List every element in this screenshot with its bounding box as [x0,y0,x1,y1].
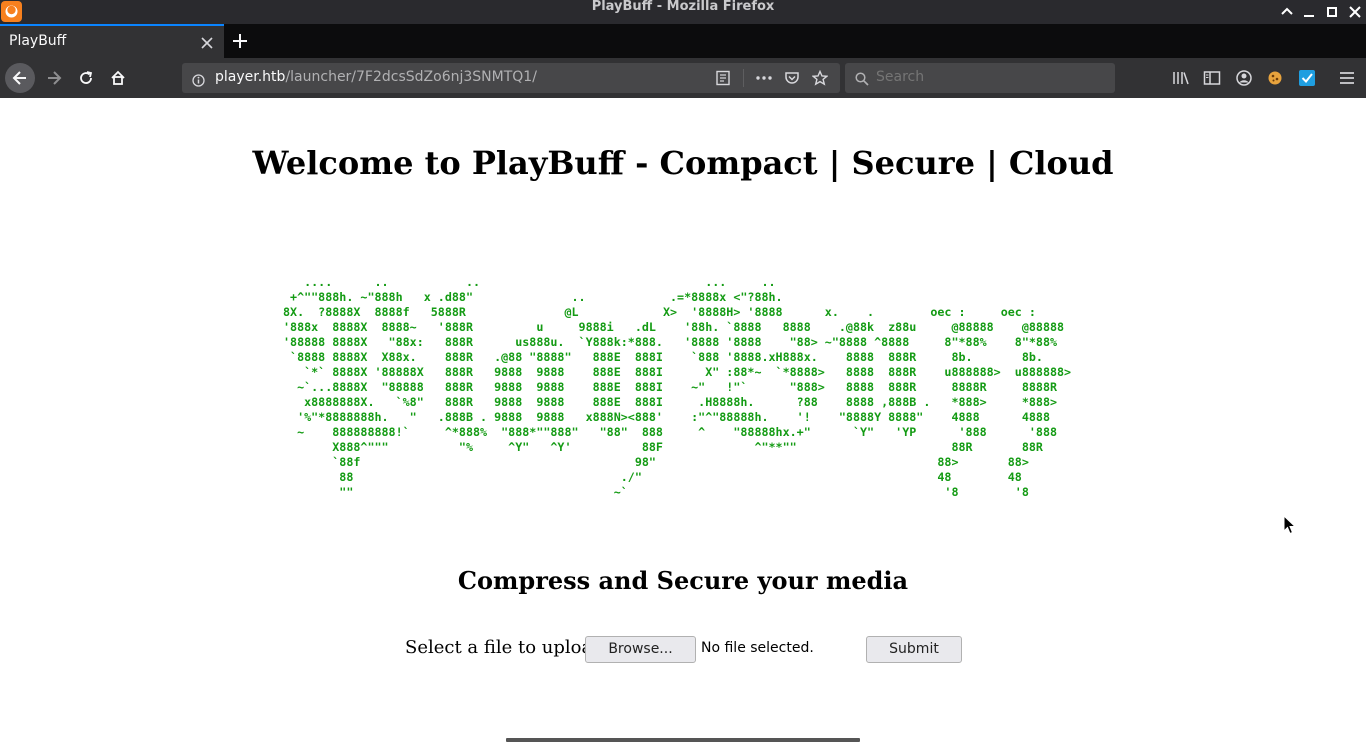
address-bar[interactable]: player.htb/launcher/7F2dcsSdZo6nj3SNMTQ1… [182,63,840,93]
upload-section-title: Compress and Secure your media [457,566,909,595]
minimize-icon[interactable] [1279,4,1295,20]
page-actions-icon[interactable] [755,70,773,90]
url-path: /launcher/7F2dcsSdZo6nj3SNMTQ1/ [285,69,537,85]
tab-label: PlayBuff [9,33,67,49]
search-input[interactable] [876,69,1096,85]
mouse-cursor-icon [1283,514,1297,539]
menu-icon[interactable] [1338,69,1356,87]
submit-button[interactable]: Submit [866,636,962,663]
page-content: Welcome to PlayBuff - Compact | Secure |… [0,98,1366,742]
search-bar[interactable] [845,63,1115,93]
new-tab-icon[interactable] [231,32,249,50]
pocket-icon[interactable] [784,70,800,90]
library-icon[interactable] [1172,69,1190,87]
horizontal-scrollbar[interactable] [506,738,860,742]
upload-label: Select a file to upload [405,637,604,658]
search-icon [855,71,869,90]
ascii-art-logo: .... .. .. ... .. +^""888h. ~"888h x .d8… [283,275,1072,499]
url-divider [743,69,744,87]
tab-playbuff[interactable]: PlayBuff [0,24,224,58]
reader-view-icon[interactable] [715,70,731,90]
back-icon[interactable] [5,63,35,93]
file-status: No file selected. [701,640,814,656]
window-titlebar: PlayBuff - Mozilla Firefox [0,0,1366,24]
url-host: player.htb [215,69,286,85]
navigation-toolbar: player.htb/launcher/7F2dcsSdZo6nj3SNMTQ1… [0,58,1366,98]
window-title: PlayBuff - Mozilla Firefox [591,0,775,14]
extension-check-icon[interactable] [1298,69,1316,87]
account-icon[interactable] [1235,69,1253,87]
tab-close-icon[interactable] [200,35,214,49]
home-icon[interactable] [104,64,132,92]
url-text[interactable]: player.htb/launcher/7F2dcsSdZo6nj3SNMTQ1… [215,69,537,85]
page-title: Welcome to PlayBuff - Compact | Secure |… [252,144,1114,182]
sidebar-icon[interactable] [1203,69,1221,87]
forward-icon[interactable] [40,64,68,92]
info-icon[interactable] [192,72,205,91]
extension-icon[interactable] [1266,69,1284,87]
bookmark-star-icon[interactable] [811,69,829,90]
maximize-icon[interactable] [1301,4,1317,20]
close-icon[interactable] [1347,4,1363,20]
restore-icon[interactable] [1324,4,1340,20]
tab-strip: PlayBuff [0,24,1366,58]
browse-button[interactable]: Browse... [585,636,696,663]
reload-icon[interactable] [72,64,100,92]
